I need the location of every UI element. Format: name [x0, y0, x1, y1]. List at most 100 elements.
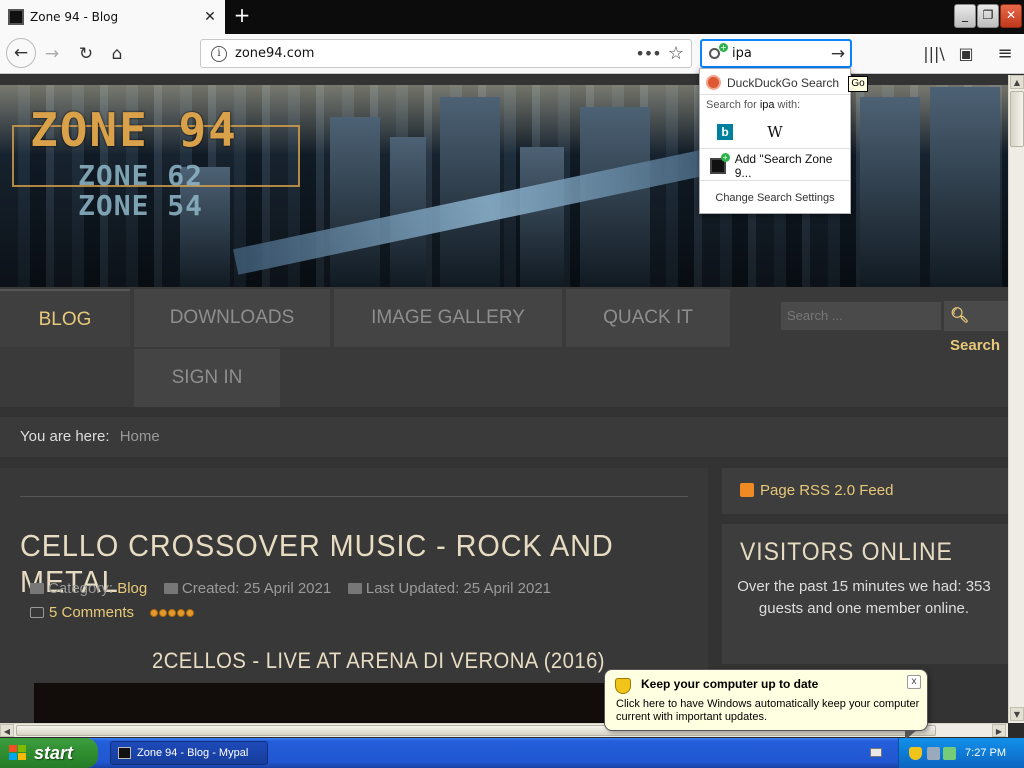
- breadcrumb-home[interactable]: Home: [120, 428, 160, 445]
- system-tray: 7:27 PM: [898, 738, 1024, 768]
- reload-button[interactable]: ↻: [72, 40, 100, 68]
- site-menu: BLOG DOWNLOADS IMAGE GALLERY QUACK IT SI…: [0, 287, 1008, 407]
- keyboard-language-icon[interactable]: [870, 748, 882, 757]
- search-input[interactable]: ipa: [732, 46, 826, 61]
- balloon-text[interactable]: Click here to have Windows automatically…: [616, 698, 921, 724]
- web-page: ZONE 94 ZONE 62 ZONE 54 BLOG DOWNLOADS I…: [0, 75, 1008, 723]
- vertical-scrollbar[interactable]: ▲ ▼: [1008, 75, 1024, 723]
- home-button[interactable]: ⌂: [103, 40, 131, 68]
- new-tab-button[interactable]: +: [230, 4, 254, 28]
- balloon-close-icon[interactable]: x: [907, 675, 921, 689]
- scroll-right-icon[interactable]: ▶: [992, 724, 1006, 737]
- site-favicon-icon: [8, 9, 24, 25]
- breadcrumb-label: You are here:: [20, 428, 110, 445]
- created-date: Created: 25 April 2021: [181, 580, 332, 597]
- category-label: Category:: [48, 580, 114, 597]
- rss-feed-link[interactable]: Page RSS 2.0 Feed: [722, 468, 1008, 514]
- menu-downloads[interactable]: DOWNLOADS: [134, 289, 330, 347]
- rating-star: [150, 609, 159, 617]
- rss-icon: [740, 483, 754, 497]
- video-title: 2CELLOS - LIVE AT ARENA DI VERONA (2016): [152, 648, 605, 673]
- network-icon[interactable]: [927, 747, 940, 760]
- change-search-settings-button[interactable]: Change Search Settings: [700, 183, 850, 213]
- site-search-input[interactable]: Search ...: [780, 301, 942, 331]
- search-bar[interactable]: + ipa →: [700, 39, 852, 68]
- add-search-engine-item[interactable]: Add "Search Zone 9...: [700, 151, 850, 181]
- menu-image-gallery[interactable]: IMAGE GALLERY: [334, 289, 562, 347]
- window-close-button[interactable]: ✕: [1000, 4, 1022, 28]
- tab-title: Zone 94 - Blog: [30, 10, 119, 24]
- category-link[interactable]: Blog: [117, 580, 147, 597]
- comments-link[interactable]: 5 Comments: [49, 604, 134, 621]
- page-actions-icon[interactable]: •••: [635, 44, 661, 63]
- volume-icon[interactable]: [943, 747, 956, 760]
- security-center-icon[interactable]: [909, 747, 922, 760]
- clock[interactable]: 7:27 PM: [965, 738, 1006, 768]
- scroll-down-icon[interactable]: ▼: [1010, 707, 1024, 721]
- start-button[interactable]: start: [0, 738, 98, 768]
- site-logo[interactable]: ZONE 94: [30, 103, 238, 157]
- screen: Zone 94 - Blog ✕ + _ ❐ ✕ ← → ↻ ⌂ i zone9…: [0, 0, 1024, 768]
- rss-label: Page RSS 2.0 Feed: [760, 482, 894, 499]
- breadcrumb: You are here: Home: [0, 417, 1008, 457]
- site-info-icon[interactable]: i: [211, 45, 227, 62]
- engine-empty-slot: [800, 115, 850, 149]
- hamburger-menu-icon: ≡: [997, 43, 1013, 64]
- nav-toolbar: ← → ↻ ⌂ i zone94.com ••• ☆ + ipa → |||\ …: [0, 34, 1024, 74]
- site-search-label: Search: [950, 337, 1001, 354]
- rating-star: [168, 609, 177, 617]
- reload-icon: ↻: [78, 44, 94, 64]
- maximize-button[interactable]: ❐: [977, 4, 999, 28]
- logo-sub-2: ZONE 54: [78, 189, 204, 222]
- visitors-text: Over the past 15 minutes we had: 353 gue…: [737, 578, 991, 617]
- forward-arrow-icon: →: [44, 44, 60, 64]
- site-search-button[interactable]: 🔍︎ Search: [944, 301, 1008, 354]
- search-for-label: Search for ipa with:: [706, 99, 801, 111]
- menu-button[interactable]: ≡: [991, 40, 1019, 68]
- site-banner: ZONE 94 ZONE 62 ZONE 54: [0, 85, 1008, 287]
- tab-zone94-blog[interactable]: Zone 94 - Blog ✕: [0, 0, 225, 34]
- minimize-button[interactable]: _: [954, 4, 976, 28]
- tab-close-icon[interactable]: ✕: [199, 9, 221, 25]
- windows-logo-icon: [9, 745, 27, 761]
- folder-icon: [30, 583, 44, 594]
- logo-sub-1: ZONE 62: [78, 159, 204, 192]
- taskbar-item-mypal[interactable]: Zone 94 - Blog - Mypal: [110, 741, 268, 765]
- engine-wikipedia-button[interactable]: W: [750, 115, 800, 149]
- back-arrow-icon: ←: [13, 43, 29, 63]
- rating-star: [186, 609, 195, 617]
- comments-row: 5 Comments: [30, 604, 195, 621]
- add-engine-icon: [710, 152, 730, 174]
- engine-bing-button[interactable]: b: [700, 115, 750, 149]
- menu-quack-it[interactable]: QUACK IT: [566, 289, 730, 347]
- back-button[interactable]: ←: [6, 38, 36, 68]
- forward-button[interactable]: →: [38, 40, 66, 68]
- vertical-scroll-thumb[interactable]: [1010, 91, 1024, 147]
- library-button[interactable]: |||\: [920, 40, 948, 68]
- tab-strip: Zone 94 - Blog ✕ + _ ❐ ✕: [0, 0, 1024, 34]
- windows-update-balloon[interactable]: Keep your computer up to date x Click he…: [604, 669, 928, 740]
- scroll-up-icon[interactable]: ▲: [1010, 75, 1024, 89]
- comment-icon: [30, 607, 44, 618]
- url-bar[interactable]: i zone94.com ••• ☆: [200, 39, 692, 68]
- library-icon: |||\: [923, 44, 945, 63]
- search-engine-icon[interactable]: +: [708, 42, 728, 63]
- url-text[interactable]: zone94.com: [235, 46, 635, 61]
- wikipedia-icon: W: [767, 123, 783, 141]
- calendar-icon: [163, 583, 178, 594]
- video-embed[interactable]: [34, 683, 684, 723]
- sidebar-icon: ▣: [958, 44, 974, 63]
- current-engine-row[interactable]: DuckDuckGo Search: [700, 71, 850, 95]
- article-meta: Category: Blog Created: 25 April 2021 La…: [30, 580, 551, 597]
- menu-sign-in[interactable]: SIGN IN: [134, 349, 280, 407]
- main-content: CELLO CROSSOVER MUSIC - ROCK AND METAL C…: [0, 468, 708, 723]
- menu-blog[interactable]: BLOG: [0, 289, 130, 347]
- scroll-left-icon[interactable]: ◀: [0, 724, 14, 737]
- sidebar-button[interactable]: ▣: [952, 40, 980, 68]
- balloon-title: Keep your computer up to date: [641, 677, 819, 691]
- start-label: start: [34, 743, 74, 763]
- calendar-icon: [347, 583, 362, 594]
- search-go-icon[interactable]: →: [826, 44, 850, 64]
- bookmark-star-icon[interactable]: ☆: [661, 43, 691, 64]
- search-icon: 🔍︎: [950, 307, 970, 324]
